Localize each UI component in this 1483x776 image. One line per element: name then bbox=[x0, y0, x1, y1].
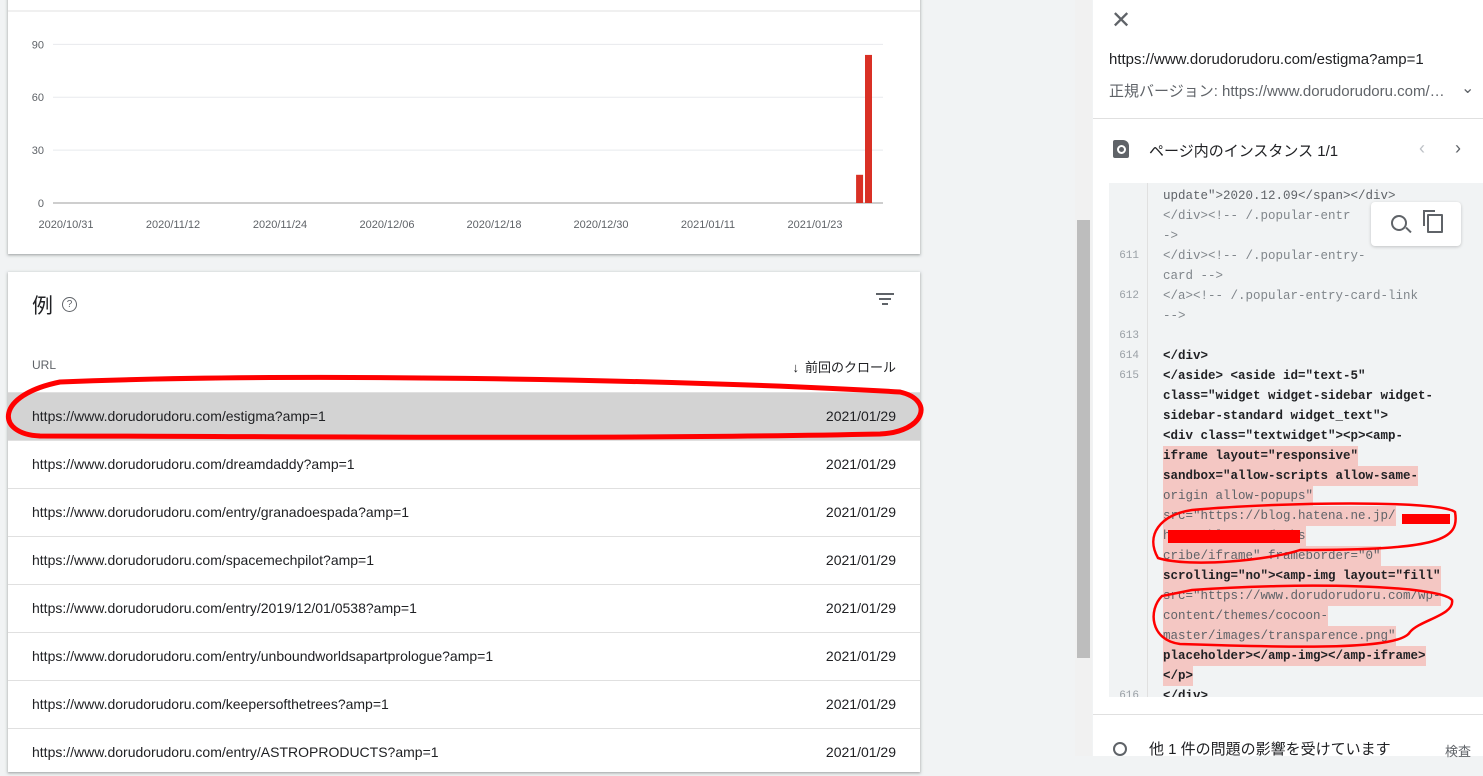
x-tick-label: 2021/01/11 bbox=[681, 219, 735, 231]
row-crawl-date: 2021/01/29 bbox=[825, 408, 896, 424]
examples-card: 例 ? URL ↓ 前回のクロール https://www.dorudorudor… bbox=[8, 272, 920, 772]
row-crawl-date: 2021/01/29 bbox=[825, 504, 896, 520]
code-line-highlight: cribe/iframe" frameborder="0" bbox=[1163, 546, 1381, 566]
x-tick-label: 2020/12/18 bbox=[466, 219, 521, 231]
code-line-highlight: placeholder></amp-img></amp-iframe> bbox=[1163, 646, 1426, 666]
code-line-highlight: src="https://blog.hatena.ne.jp/ bbox=[1163, 506, 1396, 526]
chart-bar bbox=[865, 54, 872, 203]
code-line: update">2020.12.09</span></div> bbox=[1163, 189, 1396, 203]
row-url: https://www.dorudorudoru.com/estigma?amp… bbox=[32, 408, 326, 424]
chart-card: 0 30 60 90 2020/10/31 2020/11/12 2020/11/24 202… bbox=[8, 0, 920, 254]
table-row[interactable]: https://www.dorudorudoru.com/spacemechpi… bbox=[8, 536, 920, 584]
divider bbox=[1093, 118, 1483, 119]
copy-icon[interactable] bbox=[1423, 210, 1443, 233]
x-tick-label: 2021/01/23 bbox=[787, 219, 842, 231]
row-crawl-date: 2021/01/29 bbox=[825, 648, 896, 664]
row-url: https://www.dorudorudoru.com/dreamdaddy?… bbox=[32, 456, 355, 472]
search-icon[interactable] bbox=[1391, 215, 1407, 231]
code-line-highlight: content/themes/cocoon- bbox=[1163, 606, 1329, 626]
search-icon bbox=[1113, 742, 1127, 756]
page-search-icon bbox=[1113, 140, 1129, 158]
line-number: 612 bbox=[1119, 290, 1139, 302]
code-line: </a><!-- /.popular-entry-card-link bbox=[1163, 289, 1419, 303]
chart-bar bbox=[856, 174, 864, 203]
code-line-highlight: sandbox="allow-scripts allow-same- bbox=[1163, 466, 1419, 486]
row-crawl-date: 2021/01/29 bbox=[825, 744, 896, 760]
code-toolbar bbox=[1371, 202, 1461, 246]
y-tick-label: 60 bbox=[32, 92, 44, 104]
help-circle-icon[interactable]: ? bbox=[62, 297, 77, 312]
scrollbar-thumb[interactable] bbox=[1077, 220, 1090, 658]
canonical-version[interactable]: 正規バージョン: https://www.dorudorudoru.com/es… bbox=[1109, 80, 1449, 101]
row-crawl-date: 2021/01/29 bbox=[825, 696, 896, 712]
row-crawl-date: 2021/01/29 bbox=[825, 456, 896, 472]
table-row[interactable]: https://www.dorudorudoru.com/entry/unbou… bbox=[8, 632, 920, 680]
code-line: class="widget widget-sidebar widget- bbox=[1163, 389, 1434, 403]
code-line-highlight: master/images/transparence.png" bbox=[1163, 626, 1396, 646]
line-number: 615 bbox=[1119, 370, 1139, 382]
code-line-highlight: iframe layout="responsive" bbox=[1163, 446, 1359, 466]
table-row[interactable]: https://www.dorudorudoru.com/entry/ASTRO… bbox=[8, 728, 920, 776]
table-row[interactable]: https://www.dorudorudoru.com/keepersofth… bbox=[8, 680, 920, 728]
row-url: https://www.dorudorudoru.com/keepersofth… bbox=[32, 696, 389, 712]
row-crawl-date: 2021/01/29 bbox=[825, 600, 896, 616]
divider bbox=[1093, 714, 1483, 715]
filter-icon[interactable] bbox=[876, 293, 894, 307]
y-tick-label: 30 bbox=[32, 145, 44, 157]
line-number: 613 bbox=[1119, 330, 1139, 342]
row-url: https://www.dorudorudoru.com/entry/grana… bbox=[32, 504, 410, 520]
chevron-down-icon[interactable]: ⌄ bbox=[1461, 78, 1474, 98]
row-crawl-date: 2021/01/29 bbox=[825, 552, 896, 568]
code-line: </div> bbox=[1163, 689, 1209, 697]
code-line-highlight: origin allow-popups" bbox=[1163, 486, 1314, 506]
detail-panel: ✕ https://www.dorudorudoru.com/estigma?a… bbox=[1093, 0, 1483, 759]
code-line: </aside> <aside id="text-5" bbox=[1163, 369, 1366, 383]
row-url: https://www.dorudorudoru.com/entry/2019/… bbox=[32, 600, 417, 616]
line-number: 614 bbox=[1119, 350, 1139, 362]
x-tick-label: 2020/10/31 bbox=[38, 219, 93, 231]
instances-title: ページ内のインスタンス 1/1 bbox=[1149, 143, 1339, 160]
line-number: 616 bbox=[1119, 690, 1139, 697]
table-row[interactable]: https://www.dorudorudoru.com/entry/2019/… bbox=[8, 584, 920, 632]
code-line: </div><!-- /.popular-entry- bbox=[1163, 249, 1366, 263]
code-line-highlight: hatenablog.com/subs bbox=[1163, 526, 1306, 546]
line-number: 611 bbox=[1119, 250, 1139, 262]
chevron-left-icon[interactable]: ‹ bbox=[1419, 138, 1425, 159]
code-line: </div> bbox=[1163, 349, 1209, 363]
y-tick-label: 0 bbox=[38, 198, 44, 210]
x-tick-label: 2020/12/06 bbox=[359, 219, 414, 231]
x-tick-label: 2020/11/12 bbox=[146, 219, 200, 231]
code-line: <div class="textwidget"><p><amp- bbox=[1163, 429, 1404, 443]
examples-table: https://www.dorudorudoru.com/estigma?amp… bbox=[8, 392, 920, 776]
code-line-highlight: scrolling="no"><amp-img layout="fill" bbox=[1163, 566, 1441, 586]
column-header-last-crawl[interactable]: ↓ 前回のクロール bbox=[792, 357, 896, 376]
y-tick-label: 90 bbox=[32, 39, 44, 51]
code-viewer: update">2020.12.09</span></div> </div><!… bbox=[1109, 183, 1483, 697]
code-line-highlight: </p> bbox=[1163, 666, 1194, 686]
row-url: https://www.dorudorudoru.com/entry/unbou… bbox=[32, 648, 494, 664]
close-icon[interactable]: ✕ bbox=[1111, 6, 1131, 35]
column-header-url: URL bbox=[32, 358, 57, 372]
examples-title: 例 bbox=[32, 295, 53, 318]
arrow-down-icon: ↓ bbox=[792, 360, 799, 375]
code-line: </div><!-- /.popular-entr bbox=[1163, 209, 1351, 223]
table-row[interactable]: https://www.dorudorudoru.com/dreamdaddy?… bbox=[8, 440, 920, 488]
row-url: https://www.dorudorudoru.com/entry/ASTRO… bbox=[32, 744, 439, 760]
inspect-link[interactable]: 検査 bbox=[1445, 741, 1471, 760]
row-url: https://www.dorudorudoru.com/spacemechpi… bbox=[32, 552, 375, 568]
table-row[interactable]: https://www.dorudorudoru.com/estigma?amp… bbox=[8, 392, 920, 440]
inspected-url: https://www.dorudorudoru.com/estigma?amp… bbox=[1109, 51, 1424, 68]
code-line-highlight: src="https://www.dorudorudoru.com/wp- bbox=[1163, 586, 1441, 606]
table-row[interactable]: https://www.dorudorudoru.com/entry/grana… bbox=[8, 488, 920, 536]
x-tick-label: 2020/11/24 bbox=[253, 219, 307, 231]
code-line: sidebar-standard widget_text"> bbox=[1163, 409, 1389, 423]
column-header-last-crawl-label: 前回のクロール bbox=[804, 360, 896, 375]
code-line: --> bbox=[1163, 309, 1186, 323]
bar-chart: 0 30 60 90 2020/10/31 2020/11/12 2020/11/24 202… bbox=[8, 10, 920, 231]
x-tick-label: 2020/12/30 bbox=[573, 219, 628, 231]
chevron-right-icon[interactable]: › bbox=[1455, 138, 1461, 159]
code-line: card --> bbox=[1163, 269, 1224, 283]
code-line: -> bbox=[1163, 229, 1179, 243]
